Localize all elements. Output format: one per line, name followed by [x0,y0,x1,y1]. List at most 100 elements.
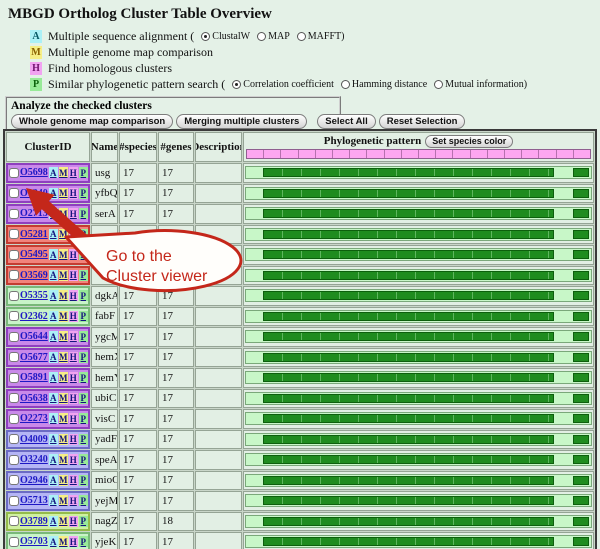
alignment-action-icon[interactable]: A [49,229,58,240]
phylogenetic-pattern-bar[interactable] [245,433,592,446]
phylogenetic-pattern-bar[interactable] [245,535,592,548]
row-checkbox[interactable] [9,475,19,485]
radio-mutual-information[interactable] [434,80,443,89]
phylogenetic-pattern-bar[interactable] [245,330,592,343]
genome-map-action-icon[interactable]: M [59,249,68,260]
homologous-action-icon[interactable]: H [69,536,78,547]
homologous-action-icon[interactable]: H [69,393,78,404]
homologous-action-icon[interactable]: H [69,290,78,301]
radio-hamming-distance[interactable] [341,80,350,89]
genome-map-action-icon[interactable]: M [59,290,68,301]
phylo-pattern-action-icon[interactable]: P [79,393,88,404]
genome-map-action-icon[interactable]: M [59,352,68,363]
species-column-cell[interactable] [281,150,298,158]
row-checkbox[interactable] [9,496,19,506]
homologous-action-icon[interactable]: H [69,167,78,178]
row-checkbox[interactable] [9,352,19,362]
phylo-pattern-action-icon[interactable]: P [79,331,88,342]
alignment-action-icon[interactable]: A [49,372,58,383]
phylogenetic-pattern-bar[interactable] [245,494,592,507]
phylo-pattern-action-icon[interactable]: P [79,352,88,363]
row-checkbox[interactable] [9,516,19,526]
row-checkbox[interactable] [9,434,19,444]
genome-map-action-icon[interactable]: M [59,454,68,465]
set-species-color-button[interactable]: Set species color [425,135,513,148]
row-checkbox[interactable] [9,168,19,178]
row-checkbox[interactable] [9,209,19,219]
phylo-pattern-action-icon[interactable]: P [79,270,88,281]
homologous-action-icon[interactable]: H [69,434,78,445]
species-column-cell[interactable] [333,150,350,158]
homologous-action-icon[interactable]: H [69,311,78,322]
phylo-pattern-action-icon[interactable]: P [79,249,88,260]
species-column-cell[interactable] [574,150,590,158]
species-column-cell[interactable] [264,150,281,158]
cluster-id-link[interactable]: O3569 [20,270,48,281]
phylogenetic-pattern-bar[interactable] [245,453,592,466]
row-checkbox[interactable] [9,270,19,280]
cluster-id-link[interactable]: O5891 [20,372,48,383]
row-checkbox[interactable] [9,373,19,383]
cluster-id-link[interactable]: O5713 [20,495,48,506]
homologous-action-icon[interactable]: H [69,475,78,486]
cluster-id-link[interactable]: O5644 [20,331,48,342]
row-checkbox[interactable] [9,188,19,198]
homologous-action-icon[interactable]: H [69,454,78,465]
row-checkbox[interactable] [9,250,19,260]
phylo-pattern-action-icon[interactable]: P [79,229,88,240]
alignment-action-icon[interactable]: A [49,167,58,178]
species-column-cell[interactable] [436,150,453,158]
phylogenetic-pattern-bar[interactable] [245,310,592,323]
homologous-action-icon[interactable]: H [69,413,78,424]
genome-map-action-icon[interactable]: M [59,393,68,404]
genome-map-action-icon[interactable]: M [59,536,68,547]
cluster-id-link[interactable]: O5698 [20,167,48,178]
species-column-cell[interactable] [419,150,436,158]
homologous-action-icon[interactable]: H [69,516,78,527]
cluster-id-link[interactable]: O5281 [20,229,48,240]
homologous-action-icon[interactable]: H [69,249,78,260]
homologous-action-icon[interactable]: H [69,270,78,281]
cluster-id-link[interactable]: O5638 [20,393,48,404]
alignment-action-icon[interactable]: A [49,454,58,465]
phylo-pattern-action-icon[interactable]: P [79,516,88,527]
phylo-pattern-action-icon[interactable]: P [79,475,88,486]
species-column-cell[interactable] [453,150,470,158]
genome-map-action-icon[interactable]: M [59,475,68,486]
radio-map[interactable] [257,32,266,41]
species-column-cell[interactable] [557,150,574,158]
row-checkbox[interactable] [9,414,19,424]
species-column-cell[interactable] [522,150,539,158]
phylogenetic-pattern-bar[interactable] [245,289,592,302]
alignment-action-icon[interactable]: A [49,311,58,322]
merging-multiple-clusters-button[interactable]: Merging multiple clusters [176,114,307,129]
row-checkbox[interactable] [9,311,19,321]
alignment-action-icon[interactable]: A [49,413,58,424]
row-checkbox[interactable] [9,332,19,342]
cluster-id-link[interactable]: O5703 [20,536,48,547]
cluster-id-link[interactable]: O3789 [20,516,48,527]
phylo-pattern-action-icon[interactable]: P [79,536,88,547]
species-column-cell[interactable] [350,150,367,158]
species-column-cell[interactable] [539,150,556,158]
genome-map-action-icon[interactable]: M [59,413,68,424]
select-all-button[interactable]: Select All [317,114,375,129]
species-column-cell[interactable] [385,150,402,158]
row-checkbox[interactable] [9,455,19,465]
row-checkbox[interactable] [9,393,19,403]
cluster-id-link[interactable]: O5677 [20,352,48,363]
phylo-pattern-action-icon[interactable]: P [79,311,88,322]
cluster-id-link[interactable]: O2362 [20,311,48,322]
alignment-action-icon[interactable]: A [49,331,58,342]
alignment-action-icon[interactable]: A [49,516,58,527]
genome-map-action-icon[interactable]: M [59,331,68,342]
cluster-id-link[interactable]: O2273 [20,413,48,424]
homologous-action-icon[interactable]: H [69,229,78,240]
phylo-pattern-action-icon[interactable]: P [79,208,88,219]
radio-correlation-coefficient[interactable] [232,80,241,89]
whole-genome-map-comparison-button[interactable]: Whole genome map comparison [11,114,173,129]
genome-map-action-icon[interactable]: M [59,434,68,445]
phylogenetic-pattern-bar[interactable] [245,412,592,425]
phylogenetic-pattern-bar[interactable] [245,474,592,487]
cluster-id-link[interactable]: O5495 [20,249,48,260]
